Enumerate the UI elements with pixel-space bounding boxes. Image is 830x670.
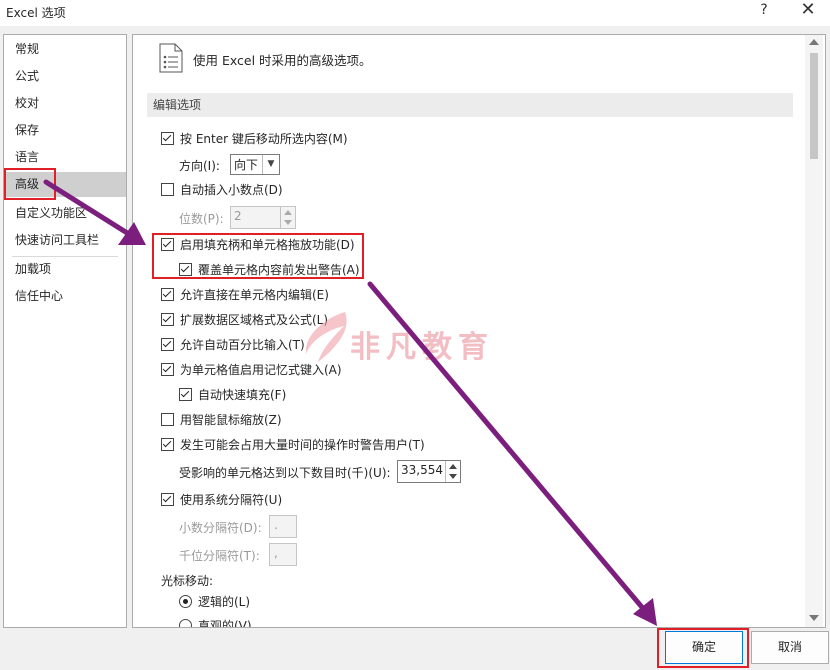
places-label: 位数(P): (179, 212, 224, 226)
checkbox[interactable] (161, 438, 174, 451)
sidebar-item-save[interactable]: 保存 (4, 118, 126, 143)
spin-up-icon[interactable] (449, 464, 457, 469)
scroll-down-icon[interactable] (809, 615, 819, 621)
vertical-scrollbar[interactable] (805, 35, 823, 627)
thousands-separator-input: , (269, 543, 297, 566)
scroll-up-icon[interactable] (809, 39, 819, 45)
checkbox[interactable] (161, 288, 174, 301)
highlight-fill-handle-options (152, 233, 364, 279)
chevron-down-icon: ▼ (262, 155, 279, 174)
checkbox[interactable] (161, 363, 174, 376)
thousands-separator-label: 千位分隔符(T): (179, 549, 260, 563)
checkbox[interactable] (161, 132, 174, 145)
direction-dropdown[interactable]: 向下 ▼ (230, 154, 280, 175)
checkbox[interactable] (179, 388, 192, 401)
highlight-advanced (4, 168, 56, 200)
cancel-button[interactable]: 取消 (751, 631, 829, 664)
scrollbar-thumb[interactable] (810, 53, 818, 159)
cells-threshold-spinner[interactable]: 33,554 (397, 460, 461, 483)
checkbox[interactable] (161, 338, 174, 351)
highlight-ok-button (657, 628, 749, 668)
decimal-separator-label: 小数分隔符(D): (179, 521, 262, 535)
document-settings-icon (159, 43, 183, 73)
places-spinner: 2 (230, 206, 296, 229)
watermark-text: 非凡教育 (350, 330, 494, 365)
sidebar-item-trust-center[interactable]: 信任中心 (4, 284, 126, 309)
checkbox[interactable] (161, 183, 174, 196)
cursor-move-label: 光标移动: (161, 574, 214, 588)
spin-down-icon (284, 220, 292, 225)
sidebar-item-proofing[interactable]: 校对 (4, 91, 126, 116)
spin-down-icon[interactable] (449, 474, 457, 479)
sidebar-item-general[interactable]: 常规 (4, 37, 126, 62)
page-heading: 使用 Excel 时采用的高级选项。 (193, 53, 372, 68)
spin-up-icon (284, 210, 292, 215)
checkbox[interactable] (161, 413, 174, 426)
direction-label: 方向(I): (179, 159, 220, 173)
title-bar: Excel 选项 ? ✕ (0, 0, 830, 26)
radio-button[interactable] (179, 595, 192, 608)
radio-button[interactable] (179, 619, 192, 627)
checkbox[interactable] (161, 313, 174, 326)
checkbox[interactable] (161, 493, 174, 506)
cells-threshold-label: 受影响的单元格达到以下数目时(千)(U): (179, 466, 391, 480)
sidebar-item-language[interactable]: 语言 (4, 145, 126, 170)
section-header-editing: 编辑选项 (147, 93, 793, 117)
sidebar-item-add-ins[interactable]: 加载项 (4, 257, 126, 282)
decimal-separator-input: . (269, 515, 297, 538)
sidebar-item-formulas[interactable]: 公式 (4, 64, 126, 89)
help-button[interactable]: ? (744, 0, 784, 22)
category-sidebar: 常规 公式 校对 保存 语言 高级 自定义功能区 快速访问工具栏 加载项 信任中… (3, 34, 127, 628)
sidebar-item-customize-ribbon[interactable]: 自定义功能区 (4, 201, 126, 226)
window-title: Excel 选项 (6, 6, 66, 20)
close-button[interactable]: ✕ (788, 0, 828, 22)
sidebar-item-quick-access[interactable]: 快速访问工具栏 (4, 228, 126, 253)
